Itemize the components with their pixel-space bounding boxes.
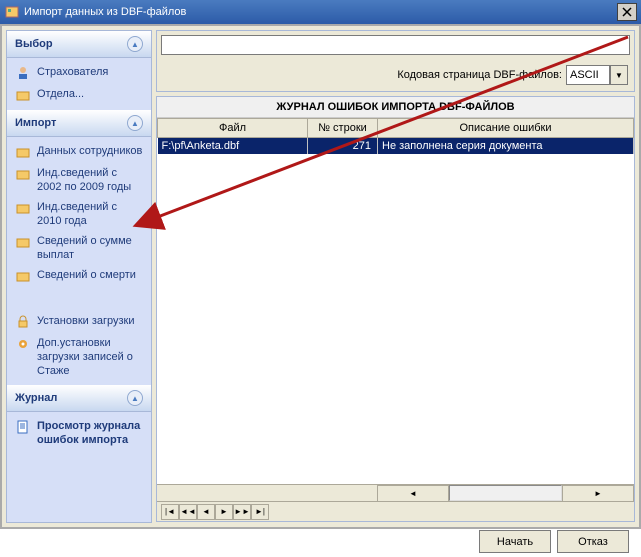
app-icon <box>4 4 20 20</box>
nav-last-button[interactable]: ►| <box>251 504 269 520</box>
folder-open-icon <box>15 234 31 250</box>
sidebar-item-label: Данных сотрудников <box>37 144 142 158</box>
nav-next-page-button[interactable]: ►► <box>233 504 251 520</box>
nav-first-button[interactable]: |◄ <box>161 504 179 520</box>
scroll-right-button[interactable]: ► <box>562 485 634 502</box>
topbar: Кодовая страница DBF-файлов: ▼ <box>156 30 635 92</box>
group-header-journal[interactable]: Журнал ▲ <box>7 385 151 412</box>
journal-title: ЖУРНАЛ ОШИБОК ИМПОРТА DBF-ФАЙЛОВ <box>157 97 634 118</box>
col-desc[interactable]: Описание ошибки <box>378 119 634 138</box>
sidebar-item-load-settings[interactable]: Установки загрузки <box>9 311 149 333</box>
hscrollbar[interactable]: ◄ ► <box>157 484 634 501</box>
group-title: Импорт <box>15 117 56 129</box>
combo-dropdown-button[interactable]: ▼ <box>610 65 628 85</box>
window-title: Импорт данных из DBF-файлов <box>24 6 617 18</box>
encoding-value[interactable] <box>566 65 610 85</box>
grid: Файл № строки Описание ошибки F:\pf\Anke… <box>157 118 634 484</box>
titlebar: Импорт данных из DBF-файлов <box>0 0 641 24</box>
bottom-bar: Начать Отказ <box>156 526 635 557</box>
start-button[interactable]: Начать <box>479 530 551 553</box>
col-line[interactable]: № строки <box>308 119 378 138</box>
chevron-up-icon: ▲ <box>127 36 143 52</box>
sidebar-item-label: Сведений о смерти <box>37 268 136 282</box>
folder-icon <box>15 87 31 103</box>
grid-empty-area <box>157 154 634 484</box>
group-title: Журнал <box>15 392 57 404</box>
close-icon <box>622 7 632 17</box>
record-navigator: |◄ ◄◄ ◄ ► ►► ►| <box>157 501 634 521</box>
encoding-label: Кодовая страница DBF-файлов: <box>397 69 562 81</box>
sidebar-item-label: Инд.сведений с 2002 по 2009 годы <box>37 166 143 194</box>
sidebar-item-label: Отдела... <box>37 87 84 101</box>
sidebar-item-view-errors[interactable]: Просмотр журнала ошибок импорта <box>9 416 149 450</box>
lock-icon <box>15 314 31 330</box>
table-row[interactable]: F:\pf\Anketa.dbf 271 Не заполнена серия … <box>158 138 634 155</box>
chevron-up-icon: ▲ <box>127 115 143 131</box>
sidebar-item-payments[interactable]: Сведений о сумме выплат <box>9 231 149 265</box>
sidebar-item-label: Доп.установки загрузки записей о Стаже <box>37 336 143 378</box>
cell-line: 271 <box>308 138 378 155</box>
sidebar-item-death[interactable]: Сведений о смерти <box>9 265 149 287</box>
sidebar-item-label: Установки загрузки <box>37 314 135 328</box>
sidebar-item-ind-2002-2009[interactable]: Инд.сведений с 2002 по 2009 годы <box>9 163 149 197</box>
scroll-track[interactable] <box>449 485 562 501</box>
folder-open-icon <box>15 166 31 182</box>
cell-desc: Не заполнена серия документа <box>378 138 634 155</box>
group-header-vybor[interactable]: Выбор ▲ <box>7 31 151 58</box>
cancel-button[interactable]: Отказ <box>557 530 629 553</box>
sidebar-item-extra-settings[interactable]: Доп.установки загрузки записей о Стаже <box>9 333 149 381</box>
gear-icon <box>15 336 31 352</box>
folder-open-icon <box>15 200 31 216</box>
chevron-up-icon: ▲ <box>127 390 143 406</box>
path-input[interactable] <box>161 35 630 55</box>
folder-open-icon <box>15 268 31 284</box>
nav-prev-page-button[interactable]: ◄◄ <box>179 504 197 520</box>
sidebar-item-ind-2010[interactable]: Инд.сведений с 2010 года <box>9 197 149 231</box>
folder-open-icon <box>15 144 31 160</box>
sidebar-item-label: Инд.сведений с 2010 года <box>37 200 143 228</box>
document-icon <box>15 419 31 435</box>
sidebar-item-label: Просмотр журнала ошибок импорта <box>37 419 143 447</box>
encoding-combo[interactable]: ▼ <box>566 65 628 85</box>
sidebar-item-department[interactable]: Отдела... <box>9 84 149 106</box>
person-icon <box>15 65 31 81</box>
col-file[interactable]: Файл <box>158 119 308 138</box>
sidebar-item-employees[interactable]: Данных сотрудников <box>9 141 149 163</box>
sidebar-item-insurer[interactable]: Страхователя <box>9 62 149 84</box>
sidebar: Выбор ▲ Страхователя Отдела... Импорт ▲ <box>6 30 152 523</box>
cell-file: F:\pf\Anketa.dbf <box>158 138 308 155</box>
scroll-left-button[interactable]: ◄ <box>377 485 449 502</box>
nav-prev-button[interactable]: ◄ <box>197 504 215 520</box>
journal-panel: ЖУРНАЛ ОШИБОК ИМПОРТА DBF-ФАЙЛОВ Файл № … <box>156 96 635 522</box>
group-title: Выбор <box>15 38 53 50</box>
close-button[interactable] <box>617 3 637 21</box>
sidebar-item-label: Сведений о сумме выплат <box>37 234 143 262</box>
sidebar-item-label: Страхователя <box>37 65 108 79</box>
nav-next-button[interactable]: ► <box>215 504 233 520</box>
content: Кодовая страница DBF-файлов: ▼ ЖУРНАЛ ОШ… <box>156 30 635 523</box>
group-header-import[interactable]: Импорт ▲ <box>7 110 151 137</box>
